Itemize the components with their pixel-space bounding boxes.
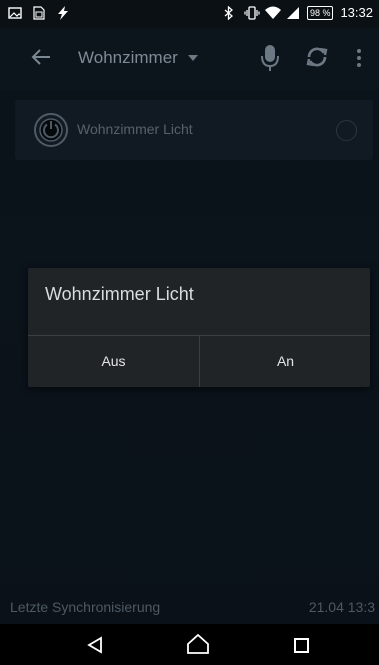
dropdown-caret-icon (187, 55, 198, 61)
device-label: Wohnzimmer Licht (77, 121, 193, 137)
clock: 13:32 (340, 5, 373, 20)
flash-icon (56, 6, 70, 20)
nav-back-icon[interactable] (86, 636, 104, 659)
switch-dialog: Wohnzimmer Licht Aus An (28, 268, 370, 387)
vibrate-icon (244, 5, 260, 20)
dialog-title: Wohnzimmer Licht (45, 284, 194, 304)
off-button[interactable]: Aus (28, 336, 199, 387)
microphone-icon[interactable] (261, 44, 279, 77)
back-arrow-icon[interactable] (30, 46, 52, 68)
bluetooth-icon (223, 5, 237, 20)
page-title: Wohnzimmer (78, 48, 178, 67)
battery-indicator: 98 % (306, 5, 334, 20)
room-selector[interactable]: Wohnzimmer (78, 48, 198, 68)
more-vert-icon[interactable] (356, 48, 362, 73)
wifi-icon (264, 6, 281, 20)
sync-icon[interactable] (305, 45, 329, 74)
app-screen: 98 % 13:32 Wohnzimmer Wohnzimmer Licht W… (0, 0, 379, 665)
power-icon[interactable] (33, 112, 69, 153)
nav-home-icon[interactable] (187, 633, 209, 659)
app-bar: Wohnzimmer (0, 28, 379, 90)
on-button[interactable]: An (199, 336, 371, 387)
image-icon (8, 6, 22, 20)
device-row[interactable]: Wohnzimmer Licht (15, 100, 373, 160)
sync-label: Letzte Synchronisierung (10, 599, 161, 615)
navigation-bar (0, 624, 379, 665)
sync-time: 21.04 13:3 (308, 599, 375, 615)
signal-icon (286, 6, 300, 20)
device-toggle[interactable] (336, 120, 357, 141)
sim-icon (32, 6, 46, 20)
nav-recent-icon[interactable] (294, 638, 309, 653)
status-bar: 98 % 13:32 (0, 0, 379, 28)
